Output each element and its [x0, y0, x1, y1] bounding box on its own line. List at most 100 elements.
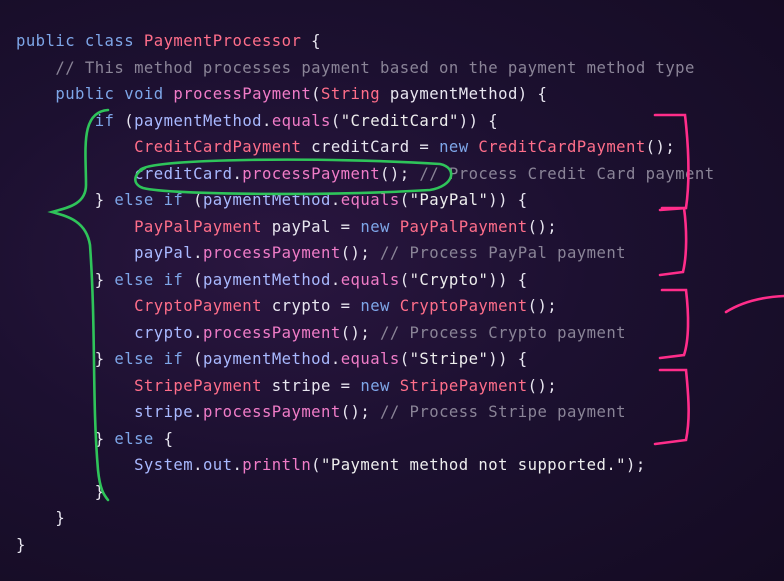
- code-token: "Crypto": [409, 270, 489, 289]
- code-line-10: } else if (paymentMethod.equals("Crypto"…: [16, 267, 715, 294]
- code-line-19: }: [16, 505, 715, 532]
- code-token: new: [360, 217, 400, 236]
- code-token: }: [16, 191, 115, 209]
- code-token: }: [16, 350, 115, 368]
- code-token: stripe =: [261, 376, 361, 395]
- code-token: new: [439, 138, 479, 156]
- code-token: }: [16, 482, 105, 501]
- code-token: CryptoPayment: [134, 297, 262, 315]
- code-token: ();: [527, 217, 558, 236]
- code-line-2: // This method processes payment based o…: [16, 55, 715, 82]
- code-token: String: [321, 85, 381, 103]
- code-token: println: [242, 456, 312, 474]
- code-token: processPayment: [202, 403, 341, 421]
- code-token: )) {: [488, 191, 528, 209]
- code-token: }: [16, 535, 26, 554]
- code-token: PaymentProcessor: [143, 32, 302, 50]
- code-line-3: public void processPayment(String paymen…: [16, 81, 715, 108]
- code-token: .: [193, 323, 203, 342]
- code-token: crypto =: [261, 297, 361, 315]
- code-token: .: [193, 244, 203, 262]
- code-token: // Process Crypto payment: [380, 323, 627, 342]
- code-line-14: StripePayment stripe = new StripePayment…: [16, 373, 715, 400]
- code-token: processPayment: [202, 323, 341, 342]
- code-token: .: [232, 456, 243, 474]
- code-token: CryptoPayment: [399, 297, 528, 315]
- code-token: "CreditCard": [340, 111, 459, 130]
- code-token: .: [262, 111, 272, 130]
- code-token: out: [202, 456, 233, 474]
- code-token: processPayment: [202, 244, 341, 262]
- code-token: )) {: [488, 270, 528, 289]
- code-token: (: [330, 111, 341, 130]
- code-token: new: [360, 376, 400, 395]
- code-token: if: [94, 111, 115, 130]
- code-token: System: [134, 456, 194, 474]
- code-token: paymentMethod: [202, 270, 331, 289]
- code-block: public class PaymentProcessor { // This …: [16, 28, 715, 558]
- code-token: .: [330, 350, 341, 368]
- code-token: else if: [114, 270, 184, 289]
- code-line-8: PayPalPayment payPal = new PayPalPayment…: [16, 214, 715, 241]
- code-token: ();: [340, 323, 381, 342]
- code-line-5: CreditCardPayment creditCard = new Credi…: [16, 134, 715, 161]
- code-token: public class: [16, 32, 144, 50]
- code-line-11: CryptoPayment crypto = new CryptoPayment…: [16, 293, 715, 320]
- code-token: // Process PayPal payment: [380, 244, 627, 262]
- code-token: (: [311, 456, 322, 474]
- code-token: creditCard: [134, 164, 233, 183]
- code-line-7: } else if (paymentMethod.equals("PayPal"…: [16, 187, 715, 214]
- code-token: .: [330, 270, 341, 289]
- code-token: new: [360, 297, 400, 315]
- code-token: (: [183, 350, 203, 368]
- code-token: paymentMethod: [134, 111, 262, 130]
- code-line-16: } else {: [16, 426, 715, 453]
- code-token: .: [193, 403, 203, 421]
- code-token: "PayPal": [409, 191, 489, 209]
- code-token: equals: [340, 350, 400, 368]
- code-line-18: }: [16, 479, 715, 506]
- code-line-12: crypto.processPayment(); // Process Cryp…: [16, 320, 715, 347]
- code-token: .: [232, 164, 243, 183]
- code-line-13: } else if (paymentMethod.equals("Stripe"…: [16, 346, 715, 373]
- code-line-4: if (paymentMethod.equals("CreditCard")) …: [16, 108, 715, 135]
- code-token: equals: [340, 191, 400, 209]
- code-token: CreditCardPayment: [134, 138, 302, 156]
- code-token: "Stripe": [409, 350, 489, 368]
- code-token: // This method processes payment based o…: [55, 58, 695, 77]
- code-token: processPayment: [173, 85, 312, 103]
- code-line-15: stripe.processPayment(); // Process Stri…: [16, 399, 715, 426]
- code-token: }: [16, 429, 115, 448]
- code-line-6: creditCard.processPayment(); // Process …: [16, 161, 715, 188]
- code-token: ();: [340, 403, 381, 421]
- code-token: // Process Stripe payment: [380, 403, 627, 421]
- code-token: {: [301, 32, 322, 50]
- code-token: ();: [527, 297, 558, 315]
- code-token: processPayment: [242, 164, 381, 183]
- code-token: PayPalPayment: [134, 217, 262, 236]
- code-token: {: [153, 429, 174, 448]
- code-token: (: [311, 85, 322, 103]
- code-token: ();: [645, 138, 676, 156]
- code-token: else if: [114, 350, 184, 368]
- code-token: else if: [114, 191, 184, 209]
- code-token: creditCard =: [301, 138, 440, 156]
- code-token: StripePayment: [134, 376, 262, 395]
- code-token: )) {: [458, 111, 499, 130]
- code-line-9: payPal.processPayment(); // Process PayP…: [16, 240, 715, 267]
- code-line-1: public class PaymentProcessor {: [16, 28, 715, 55]
- code-token: (: [183, 191, 203, 209]
- code-token: equals: [271, 111, 331, 130]
- code-token: equals: [340, 270, 400, 289]
- code-token: "Payment method not supported.": [321, 456, 627, 474]
- code-token: // Process Credit Card payment: [419, 164, 715, 183]
- code-token: .: [193, 456, 203, 474]
